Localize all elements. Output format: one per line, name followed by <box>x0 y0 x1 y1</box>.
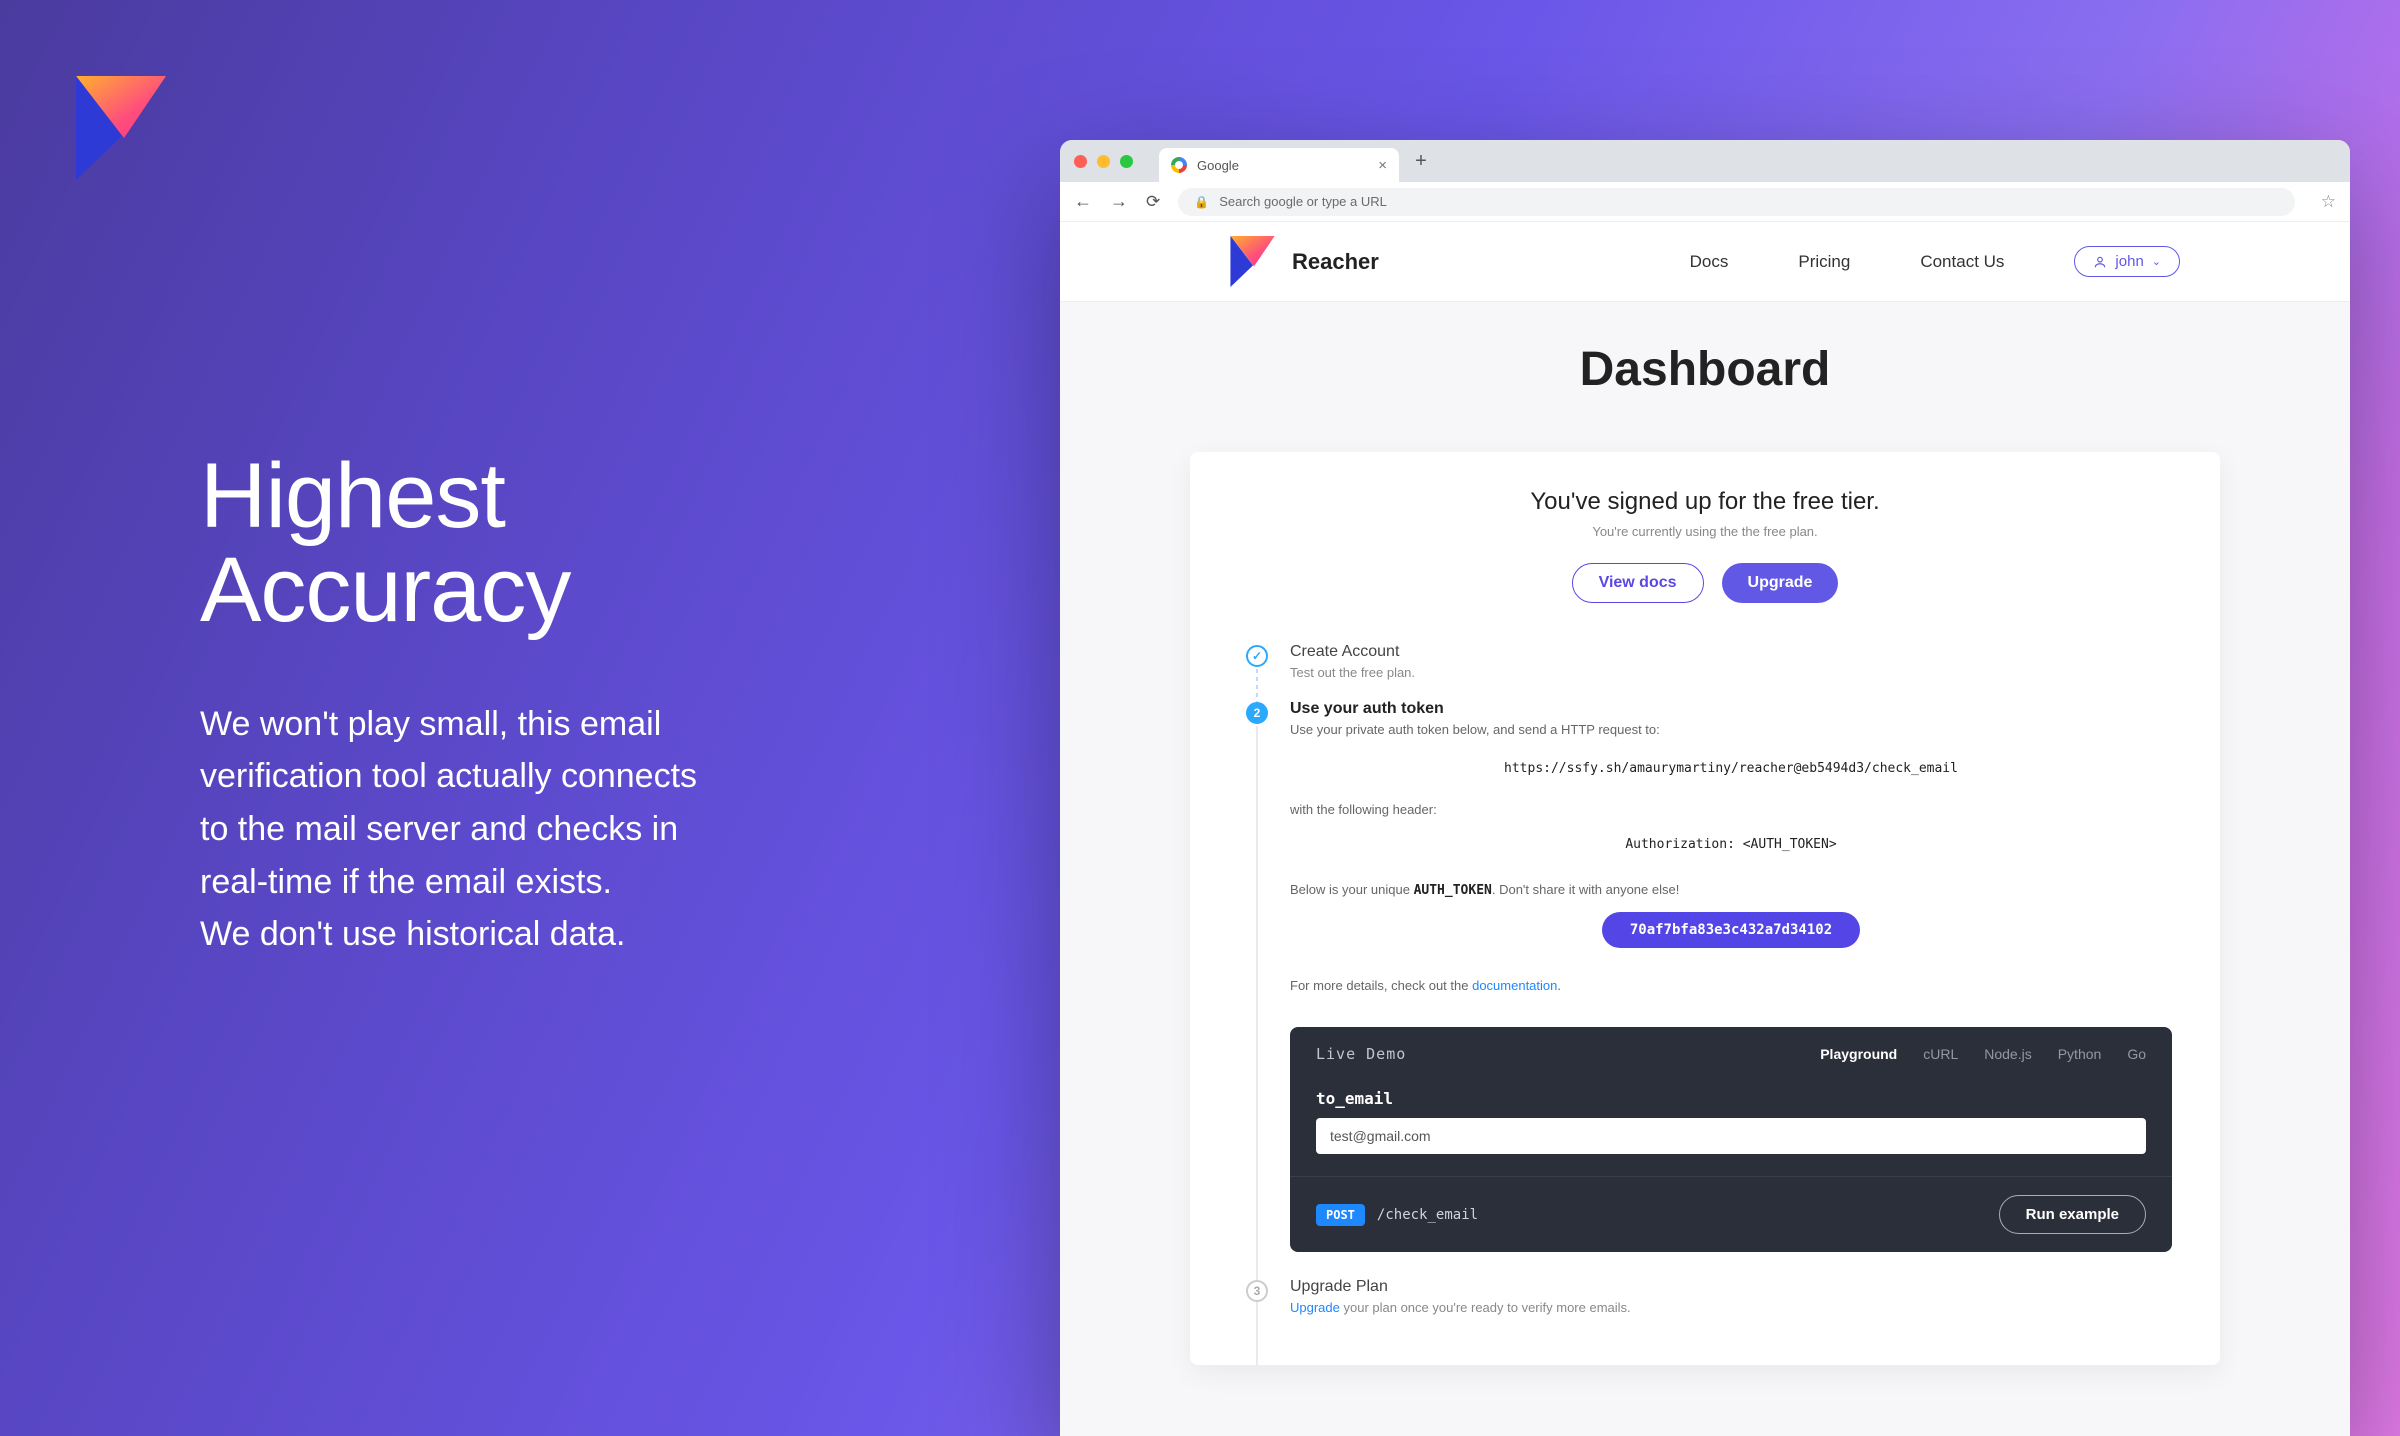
nav-pricing[interactable]: Pricing <box>1798 252 1850 272</box>
demo-tab-nodejs[interactable]: Node.js <box>1984 1046 2031 1062</box>
browser-tab[interactable]: Google × <box>1159 148 1399 182</box>
demo-tab-curl[interactable]: cURL <box>1923 1046 1958 1062</box>
user-name: john <box>2115 253 2143 270</box>
step3-sub: Upgrade your plan once you're ready to v… <box>1290 1300 2172 1315</box>
back-button[interactable]: ← <box>1074 191 1092 212</box>
step3-title: Upgrade Plan <box>1290 1278 2172 1296</box>
step-active-icon: 2 <box>1246 702 1268 724</box>
live-demo-panel: Live Demo Playground cURL Node.js Python… <box>1290 1027 2172 1252</box>
step2-url: https://ssfy.sh/amaurymartiny/reacher@eb… <box>1290 751 2172 786</box>
nav-contact[interactable]: Contact Us <box>1920 252 2004 272</box>
tab-close-icon[interactable]: × <box>1378 157 1387 174</box>
browser-toolbar: ← → ⟳ 🔒 Search google or type a URL ☆ <box>1060 182 2350 222</box>
brand-logo <box>76 76 172 182</box>
hero-title: Highest Accuracy <box>200 450 900 638</box>
card-heading: You've signed up for the free tier. <box>1238 488 2172 516</box>
user-menu[interactable]: john ⌄ <box>2074 246 2180 277</box>
brand-name: Reacher <box>1292 249 1379 275</box>
endpoint-path: /check_email <box>1377 1207 1478 1223</box>
lock-icon: 🔒 <box>1194 195 1209 209</box>
step-auth-token: 2 Use your auth token Use your private a… <box>1246 700 2172 1252</box>
step2-title: Use your auth token <box>1290 700 2172 718</box>
demo-tabs: Playground cURL Node.js Python Go <box>1820 1046 2146 1062</box>
demo-tab-python[interactable]: Python <box>2058 1046 2102 1062</box>
step-done-icon: ✓ <box>1246 645 1268 667</box>
user-icon <box>2093 255 2107 269</box>
chevron-down-icon: ⌄ <box>2152 255 2161 268</box>
brand[interactable]: Reacher <box>1230 236 1379 288</box>
maximize-window-icon[interactable] <box>1120 155 1133 168</box>
new-tab-button[interactable]: + <box>1407 147 1435 175</box>
step2-line2: with the following header: <box>1290 802 2172 817</box>
site-header: Reacher Docs Pricing Contact Us john ⌄ <box>1060 222 2350 302</box>
minimize-window-icon[interactable] <box>1097 155 1110 168</box>
page-title: Dashboard <box>1580 342 1831 397</box>
step2-header: Authorization: <AUTH_TOKEN> <box>1290 827 2172 862</box>
step-idle-icon: 3 <box>1246 1280 1268 1302</box>
close-window-icon[interactable] <box>1074 155 1087 168</box>
hero-section: Highest Accuracy We won't play small, th… <box>200 450 900 961</box>
nav-docs[interactable]: Docs <box>1690 252 1729 272</box>
page-content: Reacher Docs Pricing Contact Us john ⌄ D… <box>1060 222 2350 1436</box>
step2-line3: Below is your unique AUTH_TOKEN. Don't s… <box>1290 882 2172 898</box>
step2-line1: Use your private auth token below, and s… <box>1290 722 2172 737</box>
to-email-input[interactable] <box>1316 1118 2146 1154</box>
auth-token-pill[interactable]: 70af7bfa83e3c432a7d34102 <box>1602 912 1860 948</box>
tab-title: Google <box>1197 158 1239 173</box>
brand-logo-icon <box>1230 236 1278 288</box>
window-controls <box>1074 155 1133 168</box>
address-placeholder: Search google or type a URL <box>1219 194 1387 209</box>
demo-title: Live Demo <box>1316 1045 1406 1063</box>
reload-button[interactable]: ⟳ <box>1146 192 1160 212</box>
hero-body: We won't play small, this email verifica… <box>200 698 900 961</box>
http-method-badge: POST <box>1316 1204 1365 1226</box>
demo-tab-playground[interactable]: Playground <box>1820 1046 1897 1062</box>
step-upgrade-plan: 3 Upgrade Plan Upgrade your plan once yo… <box>1246 1278 2172 1329</box>
forward-button[interactable]: → <box>1110 191 1128 212</box>
demo-input-label: to_email <box>1316 1089 2146 1108</box>
card-sub: You're currently using the the free plan… <box>1238 524 2172 539</box>
address-bar[interactable]: 🔒 Search google or type a URL <box>1178 188 2295 216</box>
upgrade-button[interactable]: Upgrade <box>1722 563 1839 603</box>
browser-window: Google × + ← → ⟳ 🔒 Search google or type… <box>1060 140 2350 1436</box>
browser-tabbar: Google × + <box>1060 140 2350 182</box>
dashboard-card: You've signed up for the free tier. You'… <box>1190 452 2220 1365</box>
step1-title: Create Account <box>1290 643 2172 661</box>
documentation-link[interactable]: documentation <box>1472 978 1557 993</box>
bookmark-icon[interactable]: ☆ <box>2321 192 2336 212</box>
demo-tab-go[interactable]: Go <box>2127 1046 2146 1062</box>
upgrade-link[interactable]: Upgrade <box>1290 1300 1340 1315</box>
step2-more: For more details, check out the document… <box>1290 978 2172 993</box>
step-create-account: ✓ Create Account Test out the free plan. <box>1246 643 2172 694</box>
run-example-button[interactable]: Run example <box>1999 1195 2146 1234</box>
step1-sub: Test out the free plan. <box>1290 665 2172 680</box>
google-favicon-icon <box>1171 157 1187 173</box>
view-docs-button[interactable]: View docs <box>1572 563 1704 603</box>
